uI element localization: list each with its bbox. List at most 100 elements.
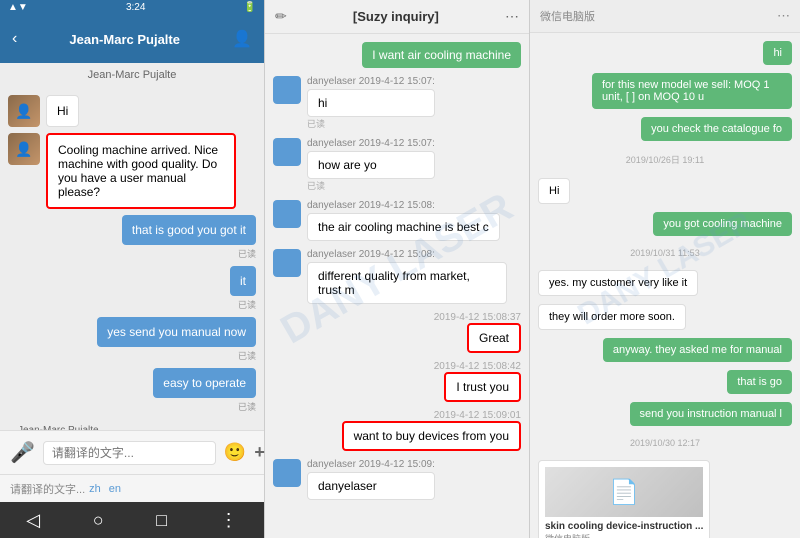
list-item: I want air cooling machine — [273, 42, 521, 68]
avatar — [273, 76, 301, 104]
sent-message-bubble: anyway. they asked me for manual — [603, 338, 792, 362]
message-bubble-sent: that is good you got it — [122, 215, 256, 245]
message-time: 2019-4-12 15:08:42 — [434, 361, 521, 372]
sent-message-bubble: you got cooling machine — [653, 212, 792, 236]
received-message-bubble: different quality from market, trust m — [307, 262, 507, 304]
product-card[interactable]: 📄 skin cooling device-instruction ... 微信… — [538, 460, 710, 538]
list-item: anyway. they asked me for manual — [538, 338, 792, 362]
list-item: danyelaser 2019-4-12 15:08: different qu… — [273, 249, 521, 304]
read-receipt: 已读 — [238, 298, 256, 311]
product-subtitle: 微信电脑版 — [545, 532, 703, 538]
avatar — [273, 138, 301, 166]
right-chat-messages[interactable]: hi for this new model we sell: MOQ 1 uni… — [530, 33, 800, 538]
status-bar: ▲▼ 3:24 🔋 — [0, 0, 264, 15]
add-icon[interactable]: + — [254, 442, 265, 463]
message-input[interactable] — [43, 441, 216, 465]
contact-label: Jean-Marc Pujalte — [0, 63, 264, 87]
list-item: easy to operate 已读 — [8, 368, 256, 413]
sender-name: danyelaser 2019-4-12 15:08: — [307, 249, 507, 260]
highlighted-sent-message: Great — [467, 323, 521, 353]
sent-message-bubble: hi — [763, 41, 792, 65]
sender-name: danyelaser 2019-4-12 15:09: — [307, 459, 435, 470]
back-nav-icon[interactable]: ◁ — [26, 510, 40, 531]
sent-message-bubble: that is go — [727, 370, 792, 394]
list-item: danyelaser 2019-4-12 15:07: how are yo 已… — [273, 138, 521, 192]
list-item: send you instruction manual l — [538, 402, 792, 426]
list-item: danyelaser 2019-4-12 15:07: hi 已读 — [273, 76, 521, 130]
sender-name: danyelaser 2019-4-12 15:07: — [307, 138, 435, 149]
received-message-bubble: yes. my customer very like it — [538, 270, 698, 296]
list-item: 👤 Cooling machine arrived. Nice machine … — [8, 133, 256, 209]
middle-chat-messages[interactable]: I want air cooling machine danyelaser 20… — [265, 34, 529, 538]
left-panel: ▲▼ 3:24 🔋 ‹ Jean-Marc Pujalte 👤 Jean-Mar… — [0, 0, 265, 538]
status-time: 3:24 — [126, 2, 145, 13]
received-message-bubble: danyelaser — [307, 472, 435, 500]
middle-edit-icon[interactable]: ✏ — [275, 8, 287, 25]
sender-label: Jean-Marc Pujalte — [8, 419, 256, 430]
list-item: 📄 skin cooling device-instruction ... 微信… — [538, 460, 792, 538]
read-receipt: 已读 — [238, 400, 256, 413]
received-message-bubble: they will order more soon. — [538, 304, 686, 330]
received-message-bubble: how are yo — [307, 151, 435, 179]
message-time: 2019-4-12 15:09:01 — [434, 410, 521, 421]
translate-en[interactable]: en — [109, 483, 121, 495]
list-item: 👤 Hi — [8, 95, 256, 127]
sent-message-bubble: for this new model we sell: MOQ 1 unit, … — [592, 73, 792, 109]
middle-chat-title: [Suzy inquiry] — [287, 9, 505, 24]
avatar — [273, 249, 301, 277]
right-header-icon[interactable]: ⋯ — [777, 8, 790, 24]
middle-chat-header: ✏ [Suzy inquiry] ⋯ — [265, 0, 529, 34]
right-header-label: 微信电脑版 — [540, 8, 595, 24]
middle-more-icon[interactable]: ⋯ — [505, 8, 519, 25]
list-item: that is go — [538, 370, 792, 394]
status-signal: ▲▼ — [8, 2, 28, 13]
time-label: 2019/10/31 11:53 — [538, 248, 792, 258]
product-title: skin cooling device-instruction ... — [545, 521, 703, 532]
recent-apps-icon[interactable]: □ — [156, 510, 167, 531]
emoji-icon[interactable]: 🙂 — [224, 442, 246, 463]
sender-name: danyelaser 2019-4-12 15:07: — [307, 76, 435, 87]
avatar: 👤 — [8, 133, 40, 165]
highlighted-sent-message: I trust you — [444, 372, 521, 402]
list-item: 2019-4-12 15:08:37 Great — [273, 312, 521, 353]
menu-icon[interactable]: ⋮ — [220, 510, 238, 531]
left-chat-messages[interactable]: 👤 Hi 👤 Cooling machine arrived. Nice mac… — [0, 87, 264, 430]
time-label: 2019/10/30 12:17 — [538, 438, 792, 448]
list-item: for this new model we sell: MOQ 1 unit, … — [538, 73, 792, 109]
message-time: 2019-4-12 15:08:37 — [434, 312, 521, 323]
sent-message-bubble: you check the catalogue fo — [641, 117, 792, 141]
product-thumbnail: 📄 — [545, 467, 703, 517]
list-item: Hi — [538, 178, 792, 204]
translate-bar: 请翻译的文字... zh en — [0, 474, 264, 502]
translate-label: 请翻译的文字... — [10, 481, 85, 497]
received-message-bubble: the air cooling machine is best c — [307, 213, 500, 241]
middle-panel: DANY LASER ✏ [Suzy inquiry] ⋯ I want air… — [265, 0, 530, 538]
right-chat-header: 微信电脑版 ⋯ — [530, 0, 800, 33]
list-item: you check the catalogue fo — [538, 117, 792, 141]
list-item: danyelaser 2019-4-12 15:08: the air cool… — [273, 200, 521, 241]
read-receipt: 已读 — [238, 247, 256, 260]
list-item: yes send you manual now 已读 — [8, 317, 256, 362]
list-item: 2019-4-12 15:08:42 I trust you — [273, 361, 521, 402]
avatar — [273, 200, 301, 228]
read-receipt: 已读 — [307, 179, 435, 192]
voice-icon[interactable]: 🎤 — [10, 440, 35, 465]
list-item: it 已读 — [8, 266, 256, 311]
avatar: 👤 — [8, 95, 40, 127]
nav-bar: ◁ ○ □ ⋮ — [0, 502, 264, 538]
time-label: 2019/10/26日 19:11 — [538, 153, 792, 166]
left-chat-header: ‹ Jean-Marc Pujalte 👤 — [0, 15, 264, 63]
chat-input-area[interactable]: 🎤 🙂 + — [0, 430, 264, 474]
read-receipt: 已读 — [238, 349, 256, 362]
read-receipt: 已读 — [307, 117, 435, 130]
list-item: they will order more soon. — [538, 304, 792, 330]
received-message-bubble: Hi — [538, 178, 570, 204]
message-bubble: Hi — [46, 95, 79, 127]
home-nav-icon[interactable]: ○ — [93, 510, 104, 531]
contact-icon[interactable]: 👤 — [232, 29, 252, 49]
translate-zh[interactable]: zh — [89, 483, 101, 495]
sent-message-bubble: send you instruction manual l — [630, 402, 792, 426]
list-item: danyelaser 2019-4-12 15:09: danyelaser — [273, 459, 521, 500]
list-item: yes. my customer very like it — [538, 270, 792, 296]
back-icon[interactable]: ‹ — [12, 30, 17, 48]
